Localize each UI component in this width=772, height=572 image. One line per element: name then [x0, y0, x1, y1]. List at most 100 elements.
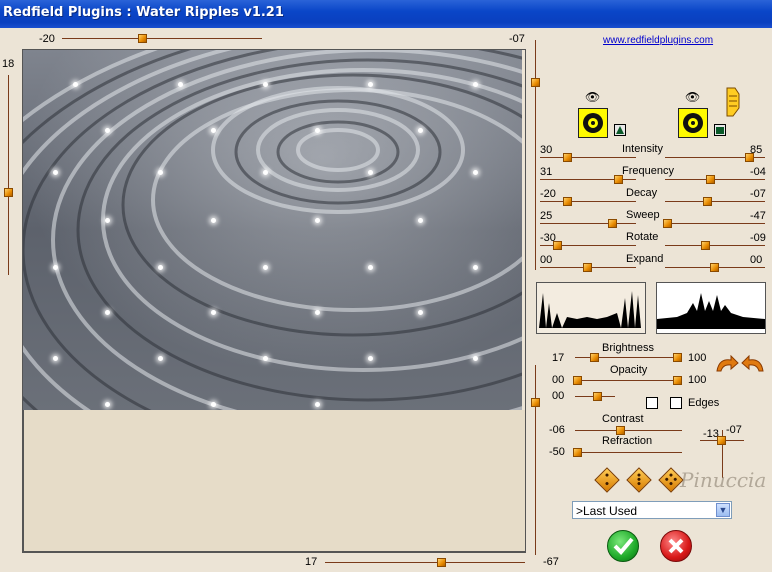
sweep-slider-track-right[interactable] [665, 223, 765, 224]
top-slider-value: -20 [39, 33, 55, 45]
preset-dropdown[interactable]: >Last Used ▼ [572, 501, 732, 519]
refraction-slider-thumb[interactable] [573, 448, 582, 457]
random-dice-icon[interactable] [626, 467, 652, 493]
right-upper-slider-track[interactable] [535, 40, 536, 270]
sweep-slider-thumb-left[interactable] [608, 219, 617, 228]
opacity-right-value: 100 [688, 374, 707, 386]
frequency-left-value: 31 [540, 166, 553, 178]
top-slider-thumb[interactable] [138, 34, 147, 43]
sparkle [315, 310, 320, 315]
triangle-toggle-button[interactable] [614, 124, 626, 136]
opacity-slider-thumb-left[interactable] [573, 376, 582, 385]
cancel-x-icon [668, 538, 684, 554]
left-slider-thumb[interactable] [4, 188, 13, 197]
brightness-right-value: 100 [688, 352, 707, 364]
sweep-label: Sweep [626, 209, 660, 221]
light-position-right-value: -07 [726, 424, 742, 436]
sparkle [473, 82, 478, 87]
intensity-slider-track-left[interactable] [540, 157, 636, 158]
intensity-left-value: 30 [540, 144, 553, 156]
opacity-slider-thumb-right[interactable] [673, 376, 682, 385]
refraction-slider-track[interactable] [575, 452, 682, 453]
contrast-label: Contrast [602, 413, 644, 425]
rotate-slider-track-right[interactable] [665, 245, 765, 246]
rotate-slider-thumb-left[interactable] [553, 241, 562, 250]
cancel-button[interactable] [660, 530, 692, 562]
sparkle [105, 402, 110, 407]
right-lower-slider-track[interactable] [535, 365, 536, 555]
third-slider-left-value: 00 [552, 390, 565, 402]
sparkle [263, 82, 268, 87]
expand-slider-thumb-right[interactable] [710, 263, 719, 272]
right-lower-slider-thumb[interactable] [531, 398, 540, 407]
left-slider-track[interactable] [8, 75, 9, 275]
sparkle [263, 170, 268, 175]
sparkle [73, 82, 78, 87]
brightness-slider-thumb-left[interactable] [590, 353, 599, 362]
sparkle [211, 402, 216, 407]
sparkle [211, 310, 216, 315]
decay-slider-thumb-right[interactable] [703, 197, 712, 206]
expand-slider-thumb-left[interactable] [583, 263, 592, 272]
intensity-slider-thumb-left[interactable] [563, 153, 572, 162]
third-slider-thumb[interactable] [593, 392, 602, 401]
waveform-preview-2 [656, 282, 766, 334]
brightness-left-value: 17 [552, 352, 565, 364]
frequency-slider-track-right[interactable] [665, 179, 765, 180]
sparkle [53, 170, 58, 175]
sparkle [368, 170, 373, 175]
brightness-slider-thumb-right[interactable] [673, 353, 682, 362]
ok-button[interactable] [607, 530, 639, 562]
shape-toggle-button[interactable] [714, 124, 726, 136]
frequency-slider-thumb-left[interactable] [614, 175, 623, 184]
ripple-center-button-1[interactable] [578, 108, 608, 138]
opacity-left-value: 00 [552, 374, 565, 386]
sparkle [158, 265, 163, 270]
decay-right-value: -07 [750, 188, 766, 200]
sweep-slider-track-left[interactable] [540, 223, 636, 224]
signature-watermark: Pinuccia [680, 468, 767, 492]
light-position-thumb[interactable] [717, 436, 726, 445]
ok-check-icon [613, 537, 634, 555]
eye-icon: 👁 [585, 90, 601, 104]
contrast-slider-track[interactable] [575, 430, 682, 431]
contrast-slider-thumb[interactable] [616, 426, 625, 435]
website-link[interactable]: www.redfieldplugins.com [603, 35, 713, 46]
ripple-center-button-2[interactable] [678, 108, 708, 138]
preview-image[interactable] [23, 50, 522, 410]
decay-slider-thumb-left[interactable] [563, 197, 572, 206]
bottom-slider-track[interactable] [325, 562, 525, 563]
bottom-slider-value: 17 [305, 556, 318, 568]
edges-checkbox[interactable] [670, 397, 682, 409]
random-dice-icon[interactable] [594, 467, 620, 493]
right-upper-slider-thumb[interactable] [531, 78, 540, 87]
sparkle [53, 265, 58, 270]
decay-slider-track-right[interactable] [665, 201, 765, 202]
sparkle [368, 265, 373, 270]
undo-redo-arrows[interactable] [713, 354, 767, 375]
pointing-hand-icon[interactable] [721, 86, 743, 120]
sparkle [418, 218, 423, 223]
sparkle [368, 82, 373, 87]
sparkle [178, 82, 183, 87]
decay-slider-track-left[interactable] [540, 201, 636, 202]
intensity-slider-thumb-right[interactable] [745, 153, 754, 162]
rotate-slider-thumb-right[interactable] [701, 241, 710, 250]
preview-empty-area [23, 410, 526, 552]
top-right-value: -07 [509, 33, 525, 45]
waveform-preview-1 [536, 282, 646, 334]
top-slider-track[interactable] [62, 38, 262, 39]
sweep-slider-thumb-right[interactable] [663, 219, 672, 228]
color-swatch[interactable] [646, 397, 658, 409]
chevron-down-icon[interactable]: ▼ [716, 503, 730, 517]
sparkle [315, 218, 320, 223]
eye-icon: 👁 [685, 90, 701, 104]
frequency-slider-thumb-right[interactable] [706, 175, 715, 184]
refraction-label: Refraction [602, 435, 653, 447]
opacity-slider-track[interactable] [575, 380, 682, 381]
sparkle [473, 265, 478, 270]
sparkle [473, 356, 478, 361]
bottom-slider-thumb[interactable] [437, 558, 446, 567]
sparkle [211, 218, 216, 223]
left-slider-value: 18 [2, 58, 15, 70]
